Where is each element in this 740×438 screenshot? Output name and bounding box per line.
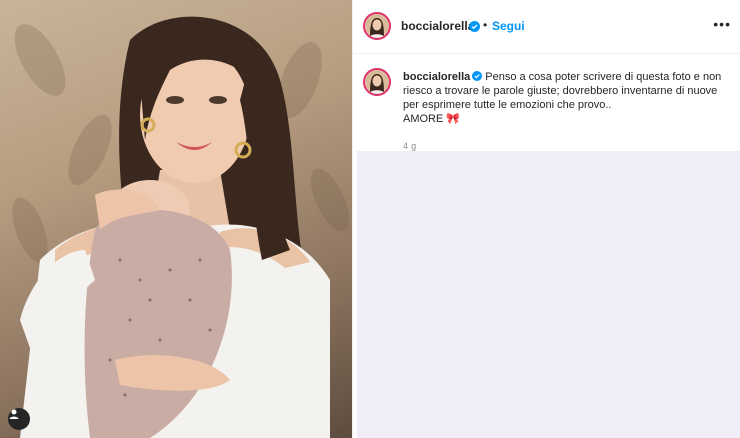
verified-badge-icon [472, 71, 483, 81]
user-tag-button[interactable] [8, 408, 30, 430]
more-options-icon[interactable]: ••• [713, 17, 731, 31]
avatar-image [365, 14, 389, 38]
caption-line-1: Penso a cosa poter scrivere di questa fo… [485, 71, 722, 83]
caption-line-3: per esprimere tutte le emozioni che prov… [403, 99, 612, 111]
avatar[interactable] [363, 12, 391, 40]
caption-text: boccialorella Penso a cosa poter scrivere… [403, 70, 735, 126]
caption-username-link[interactable]: boccialorella [403, 71, 470, 83]
caption-line-2: riesco a trovare le parole giuste; dovre… [403, 85, 718, 97]
avatar-image [365, 70, 389, 94]
photo-illustration [12, 16, 350, 438]
follow-button[interactable]: Segui [492, 19, 525, 33]
caption-block: boccialorella Penso a cosa poter scrivere… [353, 53, 740, 151]
post-photo[interactable] [0, 0, 352, 438]
post-header: boccialorella • Segui ••• [353, 0, 740, 54]
post-timestamp[interactable]: 4 g [403, 141, 416, 151]
caption-line-4: AMORE [403, 113, 444, 125]
user-tag-icon [9, 409, 19, 419]
username-link[interactable]: boccialorella [401, 19, 474, 33]
separator-dot: • [483, 18, 488, 32]
comments-area [357, 151, 740, 438]
avatar[interactable] [363, 68, 391, 96]
verified-badge-icon [469, 21, 480, 32]
ribbon-emoji: 🎀 [446, 113, 461, 125]
post-details-panel: boccialorella • Segui ••• boccialorella P… [352, 0, 740, 438]
